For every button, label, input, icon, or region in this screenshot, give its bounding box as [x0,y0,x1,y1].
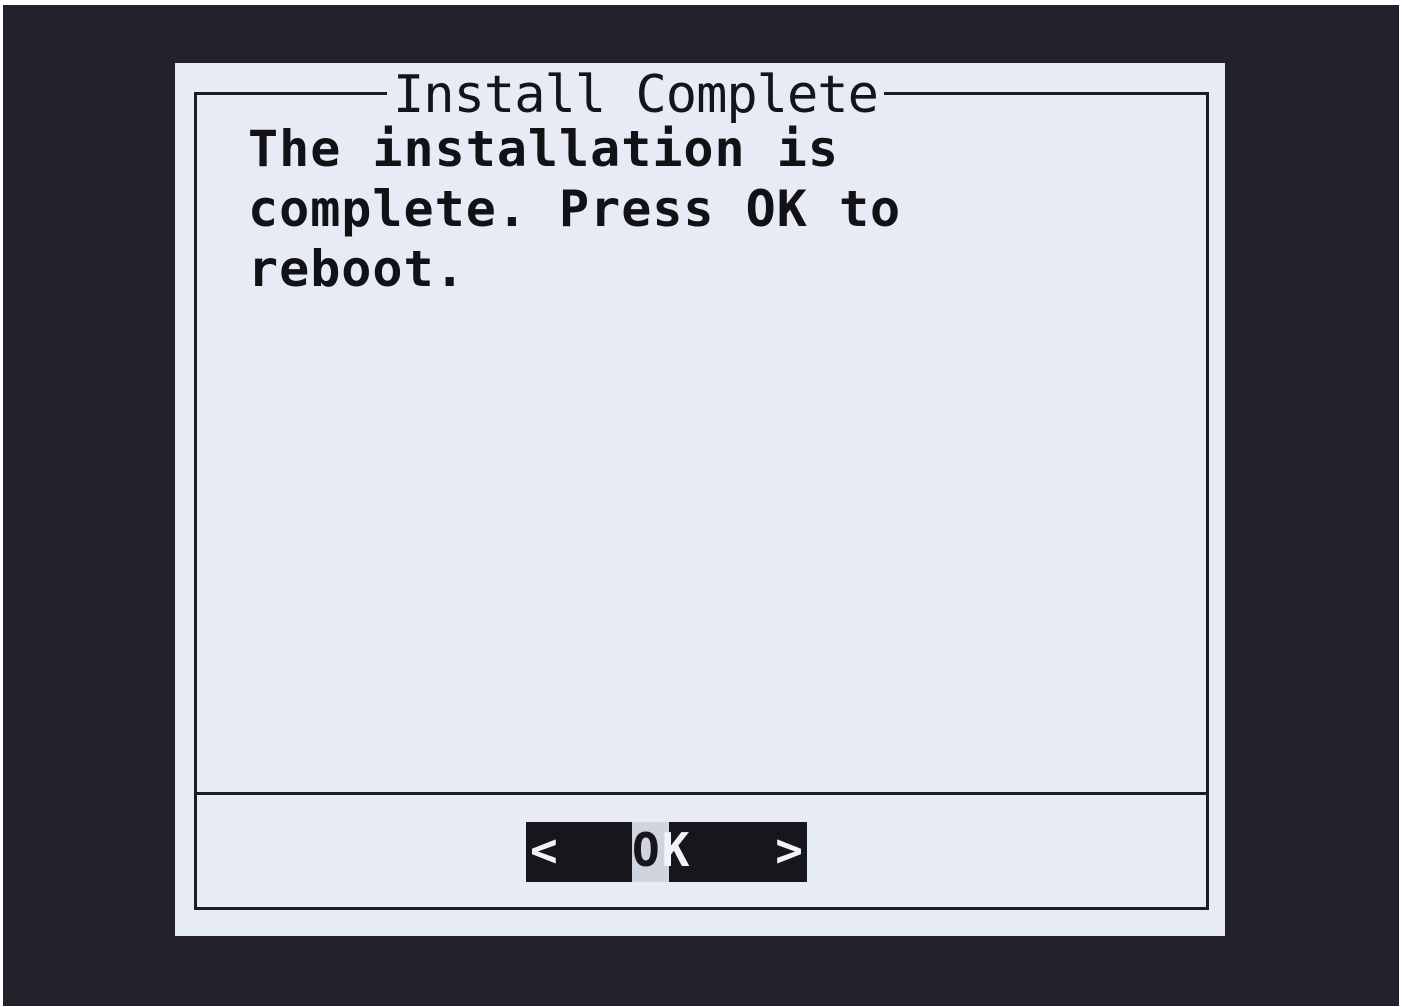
dialog-frame: Install Complete The installation is com… [194,65,1209,910]
ok-button[interactable]: < OK > [526,822,807,882]
terminal-screen: Install Complete The installation is com… [3,5,1399,1006]
left-bracket: < [530,823,558,877]
ok-button-label: OK [632,820,691,880]
message-line: complete. Press OK to [248,180,902,238]
dialog-title: Install Complete [387,65,884,125]
install-complete-dialog: Install Complete The installation is com… [175,63,1225,936]
button-area-divider [197,792,1206,795]
dialog-message: The installation is complete. Press OK t… [248,119,901,299]
right-bracket: > [775,823,803,877]
message-line: The installation is [248,120,839,178]
ok-label-hotkey: O [632,823,662,877]
ok-label-rest: K [661,823,692,877]
message-line: reboot. [248,240,466,298]
